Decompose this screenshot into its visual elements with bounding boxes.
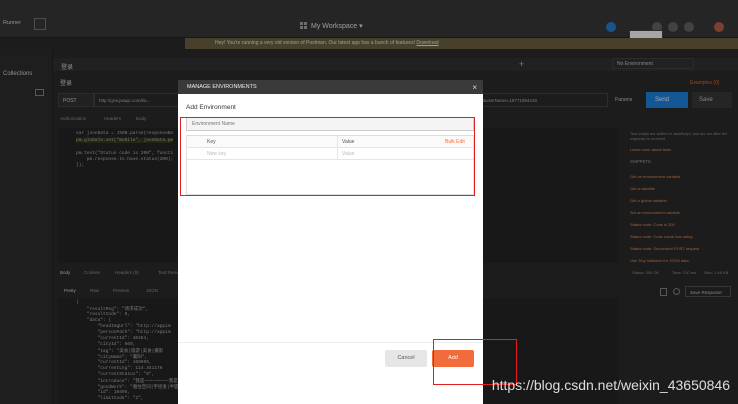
modal-title: MANAGE ENVIRONMENTS: [187, 84, 257, 90]
add-environment-heading: Add Environment: [186, 104, 236, 111]
modal-header: MANAGE ENVIRONMENTS ×: [178, 80, 483, 94]
watermark: https://blog.csdn.net/weixin_43650846: [491, 377, 730, 393]
close-icon[interactable]: ×: [472, 83, 477, 92]
annotation-box-form: [180, 117, 475, 196]
cancel-button[interactable]: Cancel: [385, 350, 427, 367]
